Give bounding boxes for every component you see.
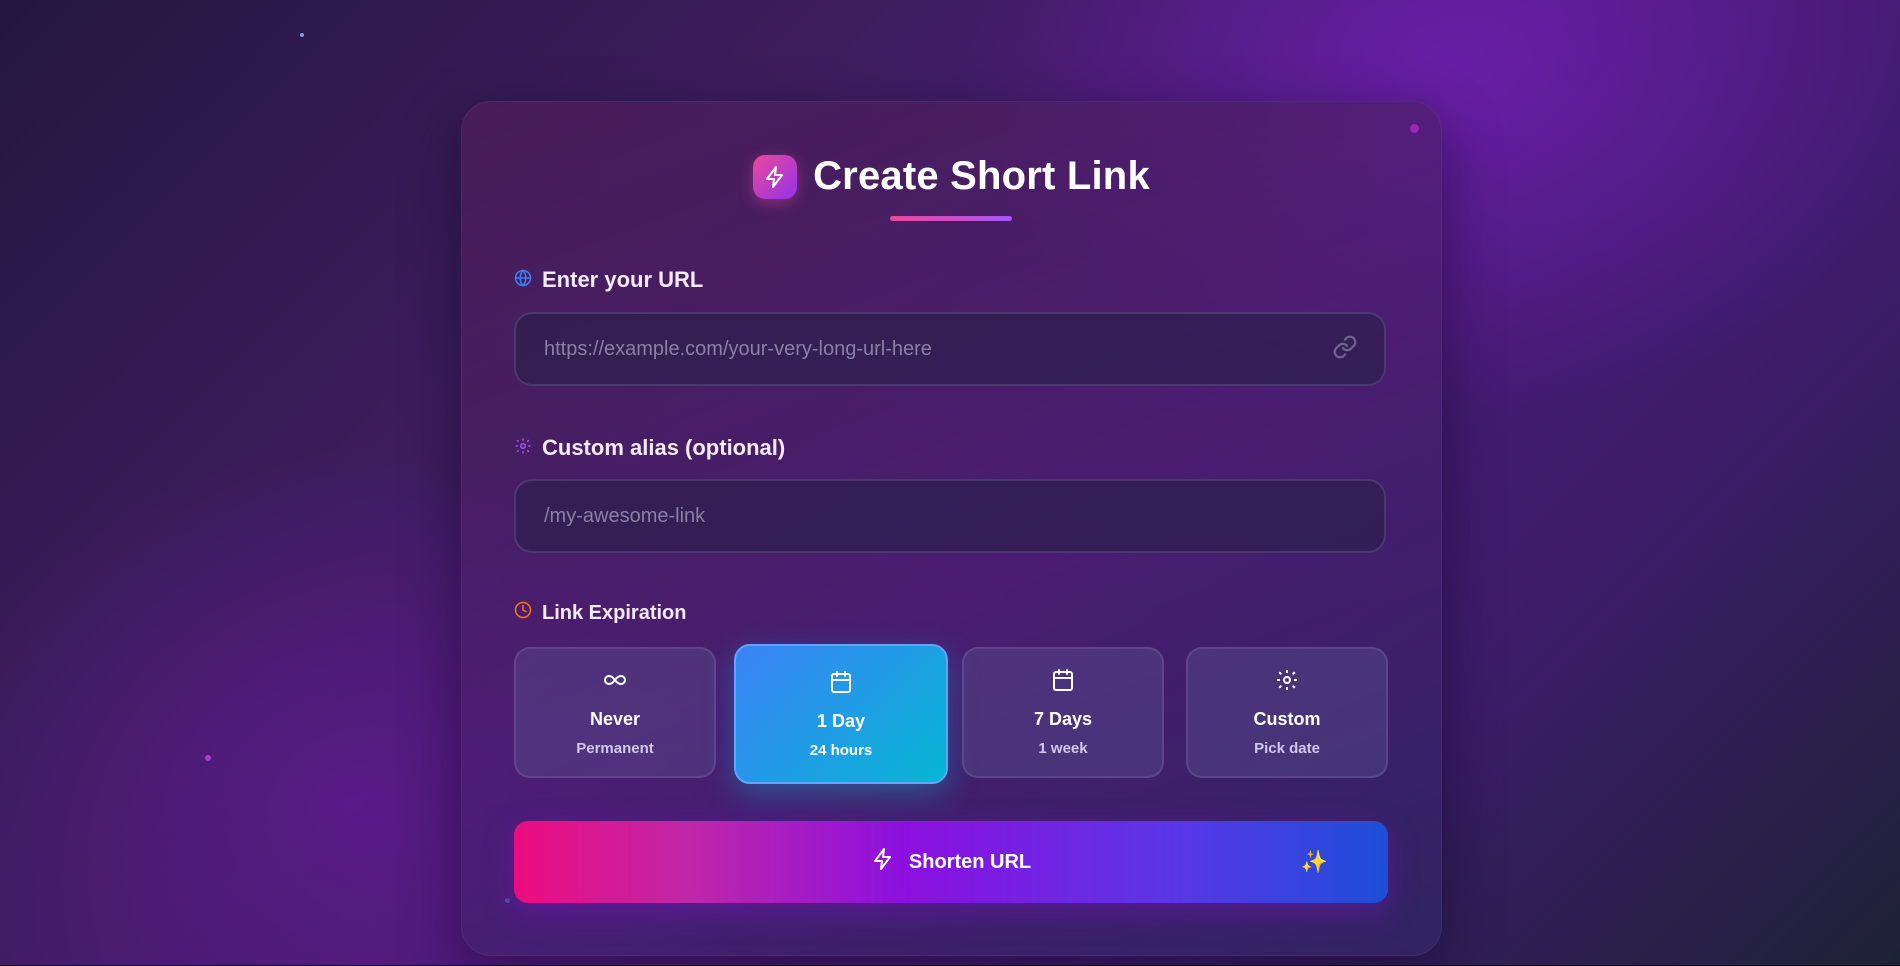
globe-icon [514,267,532,293]
expiration-option-1-day[interactable]: 1 Day 24 hours [734,644,948,784]
url-label-text: Enter your URL [542,267,704,292]
expiration-option-never[interactable]: Never Permanent [514,647,716,778]
calendar-icon [829,670,853,699]
option-title: 1 Day [816,710,866,731]
decorative-dot [300,33,304,37]
gear-icon [514,435,532,461]
url-input[interactable] [542,336,1332,362]
option-title: Never [589,709,641,729]
expiration-option-7-days[interactable]: 7 Days 1 week [962,647,1164,778]
title-underline [890,216,1012,221]
expiration-label: Link Expiration [514,601,686,625]
shorten-url-button[interactable]: Shorten URL ✨ [514,821,1388,903]
option-title: 7 Days [1033,709,1093,729]
lightning-icon [753,154,798,199]
option-subtitle: 24 hours [809,741,873,759]
option-subtitle: 1 week [1038,740,1088,757]
infinity-icon [603,668,627,697]
option-title: Custom [1253,709,1321,729]
option-subtitle: Permanent [576,740,654,757]
calendar-icon [1051,668,1075,697]
lightning-icon [871,847,895,877]
sparkle-icon: ✨ [1300,849,1328,874]
expiration-label-text: Link Expiration [542,601,687,624]
alias-label-text: Custom alias (optional) [542,435,786,460]
decorative-dot [1410,124,1419,133]
alias-label: Custom alias (optional) [514,435,785,461]
create-link-card: Create Short Link Enter your URL Custom … [461,101,1442,956]
gear-icon [1275,668,1299,697]
url-label: Enter your URL [514,267,703,293]
expiration-option-custom[interactable]: Custom Pick date [1186,647,1388,778]
decorative-dot [205,755,211,761]
link-icon [1332,334,1358,365]
alias-input[interactable] [542,503,1358,529]
option-subtitle: Pick date [1254,740,1320,757]
url-field[interactable] [514,312,1386,386]
clock-icon [514,601,532,625]
alias-field[interactable] [514,479,1386,553]
shorten-url-label: Shorten URL [908,850,1032,873]
title-row: Create Short Link [462,154,1441,199]
page-title: Create Short Link [813,154,1150,198]
